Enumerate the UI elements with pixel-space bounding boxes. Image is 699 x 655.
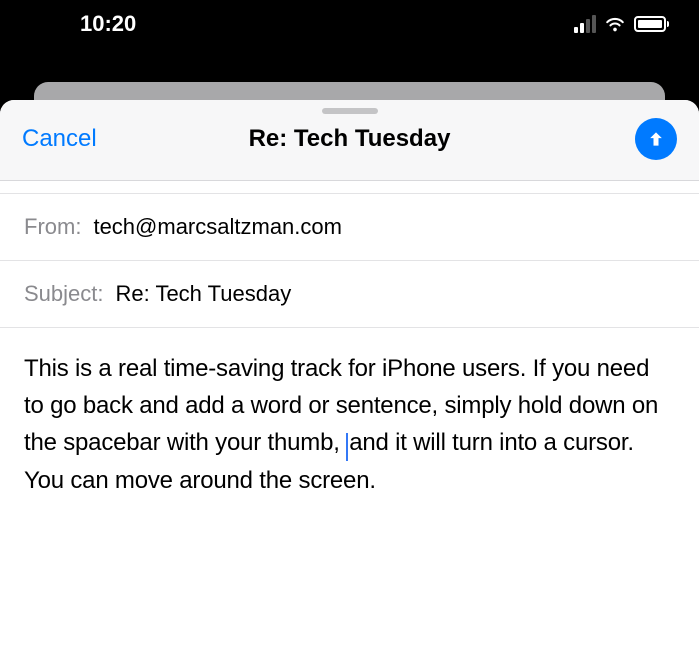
arrow-up-icon	[646, 129, 666, 149]
from-label: From:	[24, 214, 81, 240]
subject-field[interactable]: Subject: Re: Tech Tuesday	[0, 261, 699, 328]
sheet-grabber[interactable]	[322, 108, 378, 114]
status-icons	[574, 13, 669, 35]
battery-icon	[634, 16, 669, 32]
message-body[interactable]: This is a real time-saving track for iPh…	[0, 328, 699, 521]
from-field[interactable]: From: tech@marcsaltzman.com	[0, 193, 699, 261]
send-button[interactable]	[635, 118, 677, 160]
sheet-header: Cancel Re: Tech Tuesday	[0, 100, 699, 181]
status-bar: 10:20	[0, 0, 699, 48]
cancel-button[interactable]: Cancel	[22, 125, 97, 153]
cellular-signal-icon	[574, 15, 596, 33]
subject-value: Re: Tech Tuesday	[116, 281, 292, 307]
status-time: 10:20	[80, 11, 136, 37]
compose-title: Re: Tech Tuesday	[249, 125, 451, 153]
text-cursor	[346, 433, 348, 461]
wifi-icon	[604, 13, 626, 35]
compose-sheet: Cancel Re: Tech Tuesday From: tech@marcs…	[0, 100, 699, 655]
from-value: tech@marcsaltzman.com	[93, 214, 342, 240]
subject-label: Subject:	[24, 281, 104, 307]
